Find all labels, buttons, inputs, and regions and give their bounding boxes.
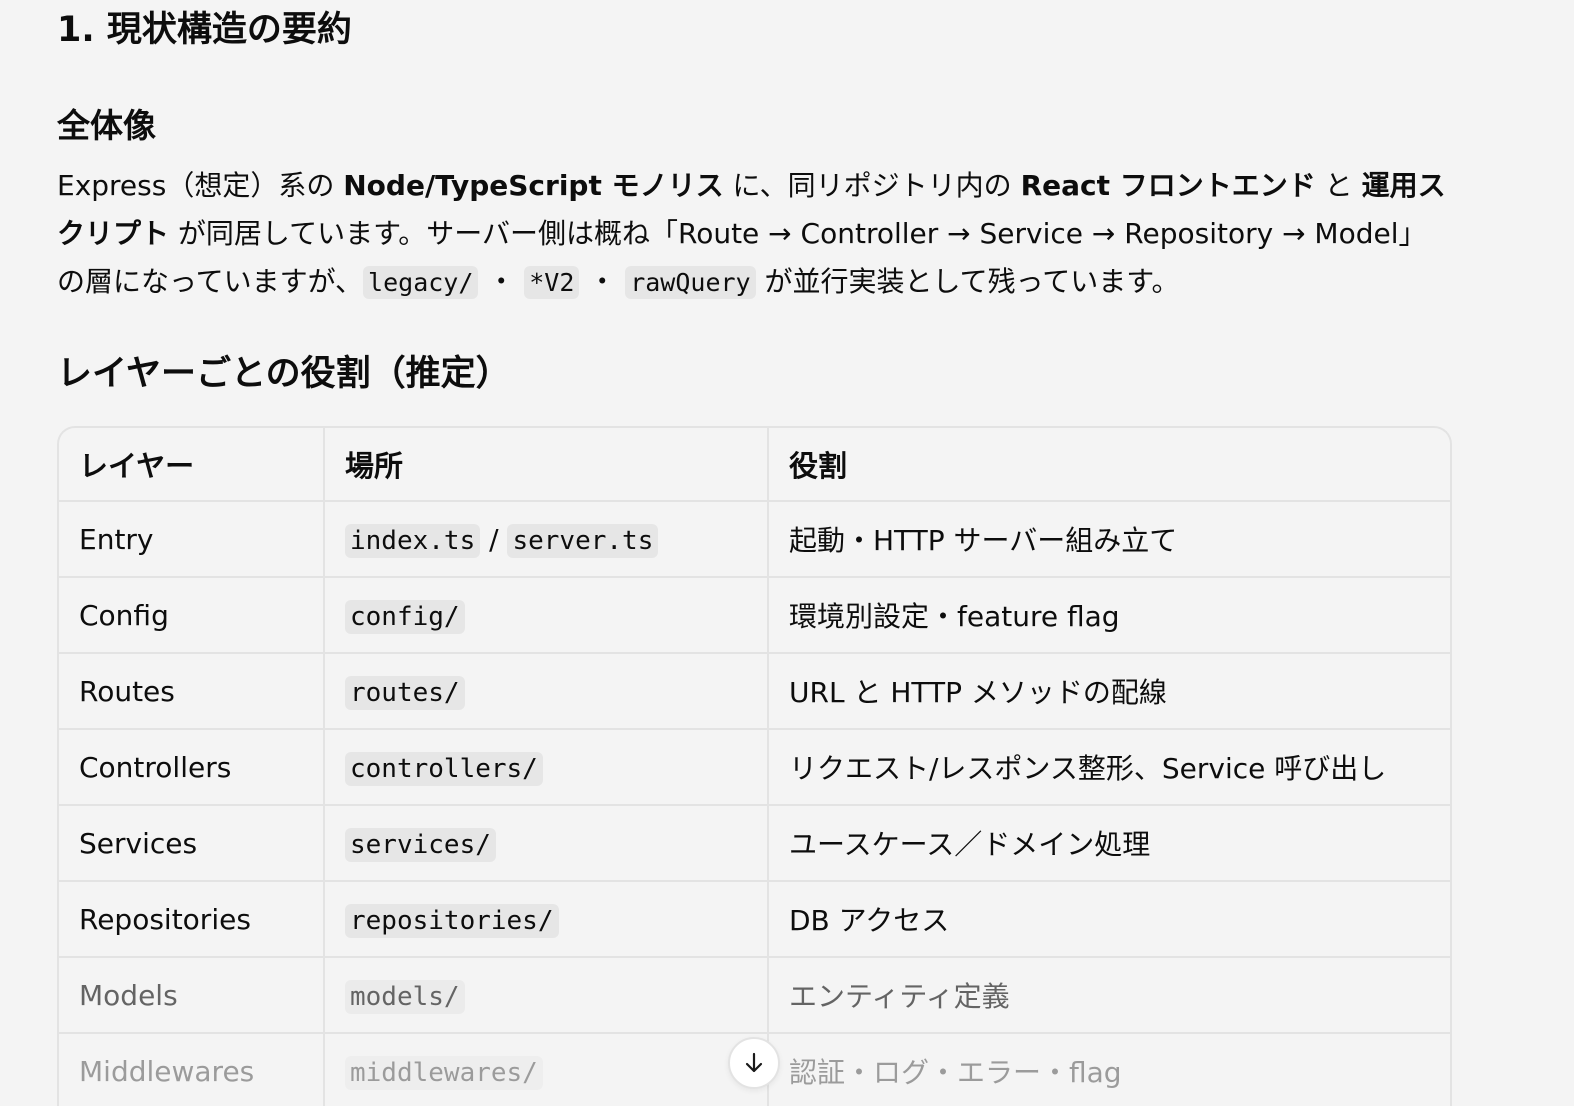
inline-code-legacy: legacy/ <box>363 266 479 299</box>
cell-location: services/ <box>323 805 768 882</box>
inline-code: routes/ <box>345 675 465 710</box>
cell-role: DB アクセス <box>767 881 1450 958</box>
layers-table: レイヤー 場所 役割 Entry index.ts / server.ts 起動… <box>59 428 1450 1106</box>
cell-layer: Routes <box>59 653 324 730</box>
cell-location: controllers/ <box>323 729 768 806</box>
cell-role: ユースケース／ドメイン処理 <box>767 805 1450 882</box>
inline-code: controllers/ <box>345 751 543 786</box>
cell-location: middlewares/ <box>323 1033 768 1106</box>
overview-text-2: に、同リポジトリ内の <box>723 169 1021 202</box>
inline-code: repositories/ <box>345 903 559 938</box>
section-title: 1. 現状構造の要約 <box>57 10 352 50</box>
overview-paragraph: Express（想定）系の Node/TypeScript モノリス に、同リポ… <box>57 162 1452 307</box>
table-row: Entry index.ts / server.ts 起動・HTTP サーバー組… <box>59 501 1450 578</box>
table-row: Services services/ ユースケース／ドメイン処理 <box>59 805 1450 882</box>
overview-text-1: Express（想定）系の <box>57 169 344 202</box>
table-row: Repositories repositories/ DB アクセス <box>59 881 1450 958</box>
cell-location: config/ <box>323 577 768 654</box>
cell-layer: Config <box>59 577 324 654</box>
inline-code: index.ts <box>345 523 481 558</box>
separator: / <box>480 522 508 556</box>
inline-code: middlewares/ <box>345 1055 543 1090</box>
cell-layer: Services <box>59 805 324 882</box>
separator: ・ <box>579 265 626 298</box>
inline-code: config/ <box>345 599 465 634</box>
inline-code: services/ <box>345 827 496 862</box>
inline-code: server.ts <box>507 523 659 558</box>
column-header-location: 場所 <box>323 428 768 502</box>
overview-heading: 全体像 <box>57 106 156 145</box>
cell-role: 環境別設定・feature flag <box>767 577 1450 654</box>
table-row: Models models/ エンティティ定義 <box>59 957 1450 1034</box>
cell-location: models/ <box>323 957 768 1034</box>
cell-layer: Repositories <box>59 881 324 958</box>
cell-layer: Middlewares <box>59 1033 324 1106</box>
table-row: Routes routes/ URL と HTTP メソッドの配線 <box>59 653 1450 730</box>
overview-text-5: が並行実装として残っています。 <box>755 265 1180 298</box>
overview-text-3: と <box>1315 169 1362 202</box>
layers-heading: レイヤーごとの役割（推定） <box>57 354 511 394</box>
table-header-row: レイヤー 場所 役割 <box>59 428 1450 502</box>
separator: ・ <box>478 265 525 298</box>
cell-role: URL と HTTP メソッドの配線 <box>767 653 1450 730</box>
cell-layer: Models <box>59 957 324 1034</box>
overview-bold-1: Node/TypeScript モノリス <box>343 169 724 202</box>
cell-layer: Entry <box>59 501 324 578</box>
arrow-down-icon <box>745 1052 763 1073</box>
column-header-role: 役割 <box>767 428 1450 502</box>
table-row: Config config/ 環境別設定・feature flag <box>59 577 1450 654</box>
cell-layer: Controllers <box>59 729 324 806</box>
cell-role: リクエスト/レスポンス整形、Service 呼び出し <box>767 729 1450 806</box>
overview-bold-2: React フロントエンド <box>1020 169 1316 202</box>
inline-code-v2: *V2 <box>524 266 580 299</box>
cell-role: 起動・HTTP サーバー組み立て <box>767 501 1450 578</box>
inline-code-rawquery: rawQuery <box>625 266 756 299</box>
cell-location: index.ts / server.ts <box>323 501 768 578</box>
column-header-layer: レイヤー <box>59 428 324 502</box>
layers-table-container: レイヤー 場所 役割 Entry index.ts / server.ts 起動… <box>57 426 1452 1106</box>
cell-role: エンティティ定義 <box>767 957 1450 1034</box>
table-row: Controllers controllers/ リクエスト/レスポンス整形、S… <box>59 729 1450 806</box>
scroll-to-bottom-button[interactable] <box>728 1037 780 1089</box>
cell-location: routes/ <box>323 653 768 730</box>
cell-location: repositories/ <box>323 881 768 958</box>
cell-role: 認証・ログ・エラー・flag <box>767 1033 1450 1106</box>
inline-code: models/ <box>345 979 465 1014</box>
